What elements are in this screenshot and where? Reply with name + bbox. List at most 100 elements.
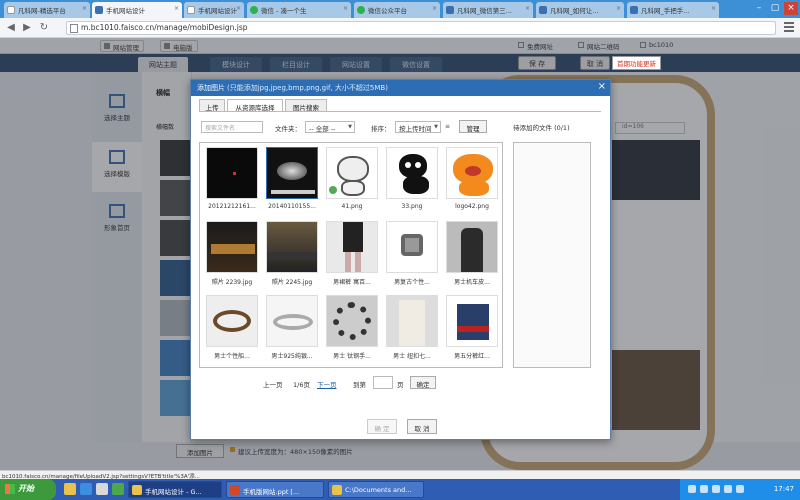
browser-tab[interactable]: 凡科网_微信第三... × [443,2,533,18]
image-thumbnail[interactable] [206,147,258,199]
address-bar: ◀ ▶ ↻ m.bc1010.faisco.cn/manage/mobiDesi… [0,18,800,38]
close-tab-icon[interactable]: × [711,5,716,12]
image-caption: 照片 2239.jpg [211,279,253,286]
image-thumbnail[interactable] [326,295,378,347]
browser-tab[interactable]: 微信公众平台 × [354,2,440,18]
sort-order-icon[interactable]: ≡ [445,123,450,130]
url-input[interactable]: m.bc1010.faisco.cn/manage/mobiDesign.jsp [66,21,776,35]
tab-upload[interactable]: 上传 [199,99,225,112]
ie-icon[interactable] [80,483,92,495]
browser-tab[interactable]: 凡科网-精选平台 × [4,2,90,18]
browser-tab[interactable]: 凡科网_如何让... × [536,2,624,18]
feature-update-tooltip: 首期功能更新 [612,56,661,70]
close-tab-icon[interactable]: × [174,5,179,12]
jump-confirm-button[interactable]: 确定 [410,376,436,389]
forward-icon[interactable]: ▶ [20,21,34,35]
maximize-icon[interactable]: ▢ [768,2,782,15]
page-number-input[interactable] [373,376,393,389]
image-item[interactable]: logo42.png [442,145,502,219]
image-item[interactable]: 男裙裤 寓百... [322,219,382,293]
security-icon[interactable] [724,485,732,493]
image-caption: 男士个性船... [214,353,250,360]
network-icon[interactable] [688,485,696,493]
url-text: m.bc1010.faisco.cn/manage/mobiDesign.jsp [81,23,248,32]
close-window-icon[interactable]: × [784,2,798,15]
close-icon[interactable]: × [598,81,606,93]
image-thumbnail[interactable] [446,295,498,347]
image-item[interactable]: 男士机车皮... [442,219,502,293]
image-thumbnail[interactable] [446,221,498,273]
clock: 17:47 [773,485,794,493]
image-caption: logo42.png [455,203,489,210]
close-tab-icon[interactable]: × [343,5,348,12]
image-item[interactable]: 33.png [382,145,442,219]
image-item[interactable]: 照片 2245.jpg [262,219,322,293]
update-icon[interactable] [736,485,744,493]
image-thumbnail[interactable] [386,147,438,199]
folder-label: 文件夹： [275,125,301,133]
image-item[interactable]: 照片 2239.jpg [202,219,262,293]
taskbar-item-explorer[interactable]: C:\Documents and... [328,481,424,498]
cancel-button[interactable]: 取 消 [407,419,437,434]
browser-tab[interactable]: 手机网站设计 × [184,2,244,18]
tab-image-search[interactable]: 图片搜索 [285,99,327,112]
browser-tab[interactable]: 微信 - 凑一个生 × [247,2,351,18]
filename-search-input[interactable]: 搜索文件名 [201,121,263,133]
browser-tab[interactable]: 凡科网_手把手... × [627,2,719,18]
close-tab-icon[interactable]: × [236,5,241,12]
back-icon[interactable]: ◀ [4,21,18,35]
reload-icon[interactable]: ↻ [37,21,51,35]
taskbar-item-chrome[interactable]: 手机网站设计 - G... [128,481,222,498]
tab-library[interactable]: 从资源库选择 [227,99,283,112]
image-item[interactable]: 20140110155... [262,145,322,219]
taskbar-item-ppt[interactable]: 手机版网站.ppt [... [226,481,324,498]
image-caption: 20121212161... [208,203,256,210]
image-caption: 照片 2245.jpg [271,279,313,286]
image-item[interactable]: 男士 钛钢手... [322,293,382,367]
image-item[interactable]: 男五分裤红... [442,293,502,367]
image-caption: 男士925纯银... [271,353,313,360]
image-thumbnail[interactable] [326,147,378,199]
image-thumbnail[interactable] [266,295,318,347]
image-thumbnail[interactable] [206,221,258,273]
pending-files-title: 待添加的文件 (0/1) [513,124,570,132]
image-thumbnail[interactable] [386,221,438,273]
image-thumbnail[interactable] [266,147,318,199]
prev-page[interactable]: 上一页 [263,379,283,389]
next-page-link[interactable]: 下一页 [317,379,337,389]
close-tab-icon[interactable]: × [616,5,621,12]
app-icon[interactable] [112,483,124,495]
minimize-icon[interactable]: – [752,2,766,15]
close-tab-icon[interactable]: × [525,5,530,12]
add-image-dialog: 添加图片 (只能添加jpg,jpeg,bmp,png,gif, 大小不超过5MB)… [190,79,611,440]
image-caption: 33.png [401,203,423,210]
close-tab-icon[interactable]: × [432,5,437,12]
close-tab-icon[interactable]: × [82,5,87,12]
folder-icon [332,485,342,495]
image-thumbnail[interactable] [446,147,498,199]
ime-icon[interactable] [712,485,720,493]
desktop-icon[interactable] [96,483,108,495]
image-thumbnail[interactable] [206,295,258,347]
image-item[interactable]: 男士 纽扣七... [382,293,442,367]
image-thumbnail[interactable] [326,221,378,273]
start-button[interactable]: 开始 [0,479,56,500]
image-item[interactable]: 41.png [322,145,382,219]
image-item[interactable]: 20121212161... [202,145,262,219]
manage-button[interactable]: 管理 [459,120,487,133]
page-icon [70,24,78,33]
folder-select[interactable]: -- 全部 -- ▼ [305,121,355,133]
browser-tab[interactable]: 手机网站设计 × [92,2,182,18]
favicon-icon [539,6,547,14]
image-item[interactable]: 男士个性船... [202,293,262,367]
image-caption: 男复古个性... [394,279,430,286]
sort-select[interactable]: 按上传时间 ▼ [395,121,441,133]
image-item[interactable]: 男士925纯银... [262,293,322,367]
image-item[interactable]: 男复古个性... [382,219,442,293]
volume-icon[interactable] [700,485,708,493]
folder-icon[interactable] [64,483,76,495]
image-thumbnail[interactable] [386,295,438,347]
browser-menu-icon[interactable] [784,22,794,32]
ok-button[interactable]: 确 定 [367,419,397,434]
image-thumbnail[interactable] [266,221,318,273]
